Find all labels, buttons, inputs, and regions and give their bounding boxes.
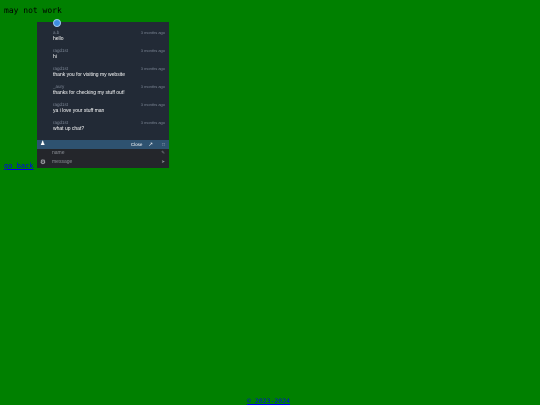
list-item: ragd1st 3 months ago hi <box>37 48 169 66</box>
send-icon[interactable]: ➤ <box>161 159 165 165</box>
message-time: 3 months ago <box>140 48 165 53</box>
chat-toolbar: ♟ Close ↗ □ <box>37 140 169 149</box>
message-text: thank you for visiting my website <box>53 72 125 78</box>
user-icon[interactable]: ♟ <box>40 140 45 149</box>
message-text: what up chat? <box>53 126 85 132</box>
message-text: hello <box>53 36 64 42</box>
list-item: ragd1st 3 months ago thank you for visit… <box>37 66 169 84</box>
chat-widget: a.b 3 months ago hello ragd1st 3 months … <box>37 19 169 168</box>
name-row: name ✎ <box>37 149 169 158</box>
message-time: 3 months ago <box>140 30 165 35</box>
message-text: thanks for checking my stuff out! <box>53 90 125 96</box>
message-time: 3 months ago <box>140 120 165 125</box>
list-item: a.b 3 months ago hello <box>37 30 169 48</box>
chat-input-area: name ✎ ⚙ message ➤ <box>37 149 169 168</box>
go-back-link[interactable]: go back <box>4 162 34 170</box>
copyright-link[interactable]: © 2023-2024 <box>247 397 290 405</box>
message-row: ⚙ message ➤ <box>37 158 169 167</box>
list-item: ragd1st 3 months ago what up chat? <box>37 120 169 138</box>
message-time: 3 months ago <box>140 102 165 107</box>
list-item: ragd1st 3 months ago ya i love your stuf… <box>37 102 169 120</box>
message-input[interactable]: message <box>52 159 72 165</box>
message-text: ya i love your stuff man <box>53 108 105 114</box>
name-edit-icon[interactable]: ✎ <box>161 150 165 156</box>
message-time: 3 months ago <box>140 84 165 89</box>
message-list: a.b 3 months ago hello ragd1st 3 months … <box>37 30 169 138</box>
chat-avatar-icon <box>53 19 61 27</box>
name-input[interactable]: name <box>52 150 65 156</box>
close-button[interactable]: Close <box>131 142 143 147</box>
minimize-icon[interactable]: □ <box>162 142 165 148</box>
page-note: may not work <box>4 6 62 15</box>
list-item: _aury 3 months ago thanks for checking m… <box>37 84 169 102</box>
message-text: hi <box>53 54 57 60</box>
gear-icon[interactable]: ⚙ <box>40 158 46 166</box>
popout-icon[interactable]: ↗ <box>148 142 153 148</box>
message-time: 3 months ago <box>140 66 165 71</box>
